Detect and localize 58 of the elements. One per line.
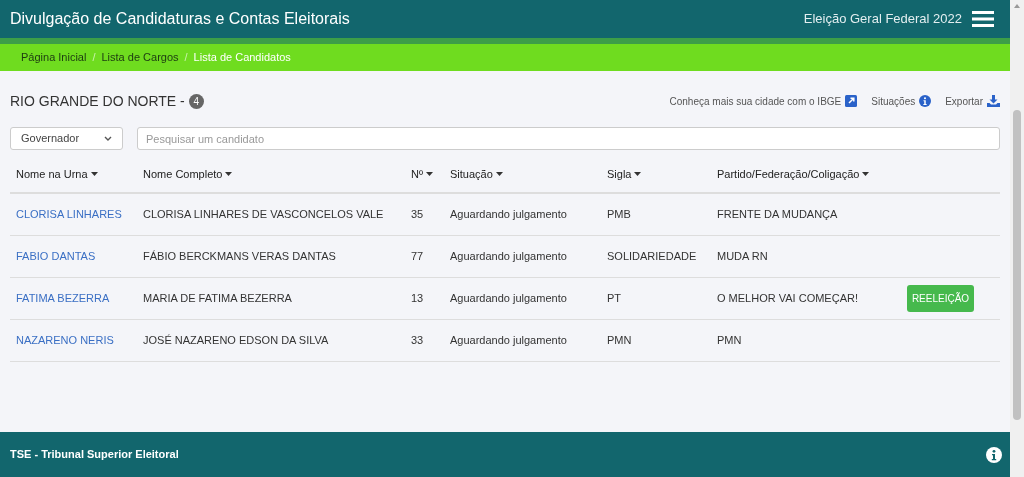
external-link-icon	[845, 95, 858, 107]
action-link[interactable]: Exportar	[945, 93, 1000, 109]
table-cell: MARIA DE FATIMA BEZERRA	[143, 291, 292, 304]
table-cell: 35	[411, 208, 424, 220]
sort-icon	[862, 172, 870, 176]
column-header[interactable]: Nº	[411, 165, 433, 183]
sort-icon	[90, 172, 98, 176]
table-cell: MUDA RN	[717, 249, 768, 262]
chevron-icon	[104, 136, 112, 141]
table-cell: 77	[411, 249, 424, 262]
table-cell: FÁBIO BERCKMANS VERAS DANTAS	[143, 249, 336, 262]
table-cell: Aguardando julgamento	[450, 208, 567, 220]
table-cell: CLORISA LINHARES DE VASCONCELOS VALE	[143, 208, 384, 220]
breadcrumb-separator: /	[91, 50, 97, 66]
breadcrumb-separator: /	[183, 50, 189, 66]
table-cell: 13	[411, 291, 424, 304]
table-cell: O MELHOR VAI COMEÇAR!	[717, 291, 858, 304]
search-field[interactable]: Pesquisar um candidato	[137, 127, 1000, 150]
download-icon	[987, 95, 1000, 107]
action-link[interactable]: Conheça mais sua cidade com o IBGE	[669, 93, 858, 109]
candidate-link[interactable]: FATIMA BEZERRA	[16, 291, 110, 304]
sort-icon	[425, 172, 433, 176]
count-badge: 4	[188, 93, 204, 109]
info-icon[interactable]	[986, 446, 1002, 463]
table-cell: SOLIDARIEDADE	[607, 249, 697, 262]
office-select[interactable]: Governador	[10, 127, 123, 150]
action-link[interactable]: Situações	[871, 93, 932, 109]
state-heading: RIO GRANDE DO NORTE -	[10, 91, 185, 111]
footer-text: TSE - Tribunal Superior Eleitoral	[10, 447, 179, 463]
table-cell: Aguardando julgamento	[450, 249, 567, 262]
breadcrumb-link[interactable]: Lista de Cargos	[101, 49, 179, 66]
table-cell: Aguardando julgamento	[450, 333, 567, 346]
sort-icon	[634, 172, 642, 176]
table-cell: FRENTE DA MUDANÇA	[717, 208, 838, 220]
reelection-badge: REELEIÇÃO	[907, 284, 974, 312]
table-cell: PMN	[717, 333, 742, 346]
candidate-link[interactable]: FABIO DANTAS	[16, 249, 96, 262]
table-cell: PT	[607, 291, 622, 304]
candidate-link[interactable]: NAZARENO NERIS	[16, 333, 114, 346]
table-cell: PMB	[607, 208, 631, 220]
table-cell: PMN	[607, 333, 632, 346]
table-cell: 33	[411, 333, 424, 346]
info-icon	[919, 95, 932, 107]
site-title: Divulgação de Candidaturas e Contas Eleitorais	[10, 9, 350, 29]
sort-icon	[495, 172, 503, 176]
breadcrumb-link[interactable]: Página Inicial	[21, 49, 87, 66]
scrollbar[interactable]	[1010, 0, 1024, 477]
column-header[interactable]: Nome na Urna	[16, 165, 98, 183]
column-header[interactable]: Situação	[450, 165, 503, 183]
table-cell: JOSÉ NAZARENO EDSON DA SILVA	[143, 333, 329, 346]
column-header[interactable]: Nome Completo	[143, 165, 233, 183]
column-header[interactable]: Partido/Federação/Coligação	[717, 165, 870, 183]
menu-icon[interactable]	[972, 11, 994, 27]
candidate-link[interactable]: CLORISA LINHARES	[16, 208, 122, 220]
sort-icon	[225, 172, 233, 176]
election-name: Eleição Geral Federal 2022	[803, 10, 962, 29]
column-header[interactable]: Sigla	[607, 165, 642, 183]
table-cell: Aguardando julgamento	[450, 291, 567, 304]
